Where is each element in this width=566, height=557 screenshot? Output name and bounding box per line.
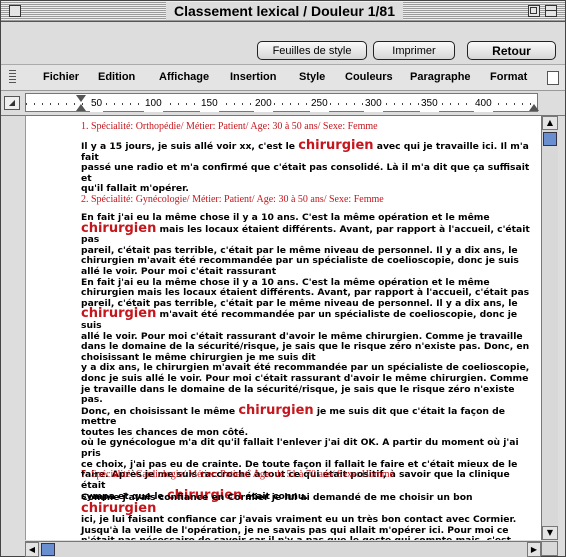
- ruler-mark: 150: [200, 95, 219, 112]
- close-box-icon[interactable]: [9, 5, 21, 17]
- paragraph-text: je me suis dit que c'était la façon de m…: [81, 405, 519, 503]
- ruler-mark: 200: [254, 95, 273, 112]
- menu-affichage[interactable]: Affichage: [159, 65, 209, 90]
- scroll-up-arrow-icon[interactable]: ▲: [542, 116, 558, 130]
- menu-overflow-icon[interactable]: [547, 71, 559, 85]
- menu-style[interactable]: Style: [299, 65, 325, 90]
- section-heading: 1. Spécialité: Orthopédie/ Métier: Patie…: [81, 121, 378, 132]
- grip-icon: [9, 70, 16, 84]
- zoom-box-icon[interactable]: [528, 5, 540, 17]
- ruler-mark: 250: [310, 95, 329, 112]
- right-indent-marker[interactable]: [529, 104, 539, 111]
- paragraph-text: ici, je lui faisant confiance car j'avai…: [81, 514, 517, 540]
- scroll-down-arrow-icon[interactable]: ▼: [542, 526, 558, 540]
- ruler[interactable]: 50 100 150 200 250 300 350 400: [25, 93, 539, 112]
- back-button[interactable]: Retour: [467, 41, 556, 60]
- menu-couleurs[interactable]: Couleurs: [345, 65, 393, 90]
- scroll-right-arrow-icon[interactable]: ▶: [527, 542, 541, 557]
- menu-fichier[interactable]: Fichier: [43, 65, 79, 90]
- paragraph-text: m'avait été recommandée par un spécialis…: [81, 309, 530, 417]
- first-line-indent-marker[interactable]: [76, 95, 86, 102]
- ruler-bar: ◢ 50 100 150 200 250 300 350 400: [1, 91, 565, 116]
- section-heading: 7. Spécialité: Cardiologie/ Métier: Pati…: [81, 469, 394, 480]
- paragraph-text: mais les locaux étaient différents. Avan…: [81, 223, 530, 309]
- print-button[interactable]: Imprimer: [373, 41, 455, 60]
- menu-insertion[interactable]: Insertion: [230, 65, 276, 90]
- window-title: Classement lexical / Douleur 1/81: [166, 2, 403, 20]
- document-window: Classement lexical / Douleur 1/81 Feuill…: [0, 0, 566, 557]
- menu-bar: Fichier Edition Affichage Insertion Styl…: [1, 65, 565, 91]
- ruler-mark: 50: [90, 95, 104, 112]
- section-heading: 2. Spécialité: Gynécologie/ Métier: Pati…: [81, 194, 384, 205]
- keyword-highlight: chirurgien: [238, 402, 314, 418]
- vertical-scroll-thumb[interactable]: [543, 132, 557, 146]
- paragraph: En fait j'ai eu la même chose il y a 10 …: [81, 212, 536, 503]
- menu-paragraphe[interactable]: Paragraphe: [410, 65, 471, 90]
- ruler-mark: 350: [420, 95, 439, 112]
- menu-format[interactable]: Format: [490, 65, 527, 90]
- ruler-mark: 300: [364, 95, 383, 112]
- document-body[interactable]: 1. Spécialité: Orthopédie/ Métier: Patie…: [25, 116, 541, 540]
- button-bar: Feuilles de style Imprimer Retour: [1, 22, 565, 65]
- horizontal-scroll-thumb[interactable]: [41, 543, 55, 556]
- horizontal-scrollbar[interactable]: ◀ ▶: [25, 541, 541, 557]
- style-sheets-button[interactable]: Feuilles de style: [257, 41, 367, 60]
- ruler-mark: 400: [474, 95, 493, 112]
- ruler-mark: 100: [144, 95, 163, 112]
- vertical-scrollbar[interactable]: ▲ ▼: [541, 116, 558, 540]
- resize-grip-icon[interactable]: [541, 541, 558, 556]
- collapse-box-icon[interactable]: [545, 5, 557, 17]
- menu-edition[interactable]: Edition: [98, 65, 135, 90]
- keyword-highlight: chirurgien: [298, 138, 374, 153]
- left-indent-marker[interactable]: [76, 104, 86, 111]
- title-bar[interactable]: Classement lexical / Douleur 1/81: [1, 1, 565, 22]
- paragraph: Il y a 15 jours, je suis allé voir xx, c…: [81, 138, 536, 195]
- ruler-toggle-icon[interactable]: ◢: [4, 96, 20, 110]
- scroll-left-arrow-icon[interactable]: ◀: [25, 542, 39, 557]
- paragraph: Comme j'avais confiance en Cormier je lu…: [81, 492, 536, 540]
- paragraph-text: Il y a 15 jours, je suis allé voir xx, c…: [81, 141, 299, 152]
